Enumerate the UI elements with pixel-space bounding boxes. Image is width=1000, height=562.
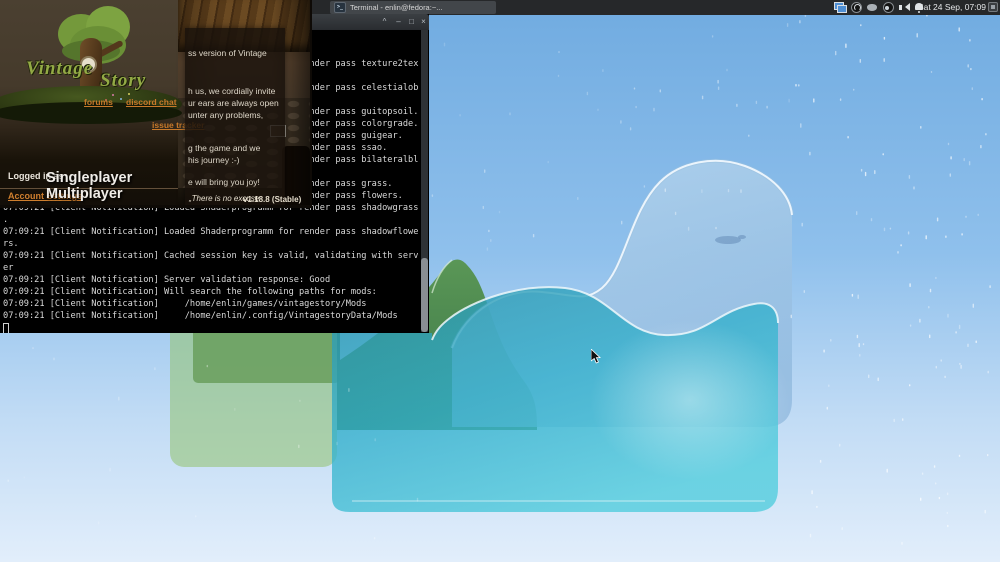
steam-icon[interactable] [882,1,895,14]
whale-tail [738,235,746,239]
panel-clock[interactable]: Sat 24 Sep, 07:09 [918,0,986,15]
close-button[interactable]: × [418,16,429,28]
news-line: g the game and we [188,143,260,153]
news-line: unter any problems, [188,110,263,120]
terminal-line: 07:09:21 [Client Notification] Will sear… [3,287,377,298]
multiplayer-button[interactable]: Multiplayer [46,186,123,202]
news-line: ss version of Vintage [188,48,267,58]
obs-icon[interactable] [850,1,863,14]
version-label: v1.18.8 (Stable) [243,195,301,204]
logo-word-vintage: Vintage [26,58,93,80]
whale-shape [715,236,741,244]
network-icon[interactable] [834,1,847,14]
singleplayer-button[interactable]: Singleplayer [46,170,132,186]
taskbar-window-button[interactable]: >_ Terminal - enlin@fedora:~... [330,1,496,14]
flower [128,93,130,95]
terminal-line: 07:09:21 [Client Notification] Loaded Sh… [3,227,418,238]
flower [112,94,114,96]
terminal-scrollbar-thumb[interactable] [421,258,428,332]
action-icon[interactable] [988,2,998,12]
terminal-line: . [3,215,8,226]
news-line: ur ears are always open [188,98,279,108]
news-line: e will bring you joy! [188,177,260,187]
minimize-button[interactable]: – [393,16,404,28]
discord-chat-link[interactable]: discord chat [126,97,177,107]
front-pane-cloud [590,320,790,480]
terminal-line: 07:09:21 [Client Notification] Server va… [3,275,330,286]
terminal-line: 07:09:21 [Client Notification] Cached se… [3,251,418,262]
flower [120,98,122,100]
terminal-app-icon: >_ [334,2,346,13]
desktop: >_ Terminal - enlin@fedora:~... Sat 24 S… [0,0,1000,562]
mouse-cursor [591,349,603,365]
taskbar-window-label: Terminal - enlin@fedora:~... [350,3,442,12]
forums-link[interactable]: forums [84,97,113,107]
news-line: h us, we cordially invite [188,86,275,96]
news-line: his journey :-) [188,155,240,165]
discord-icon[interactable] [866,1,879,14]
terminal-line: 07:09:21 [Client Notification] /home/enl… [3,299,367,310]
terminal-line: rs. [3,239,19,250]
maximize-button[interactable]: □ [406,16,417,28]
shade-button[interactable]: ^ [379,16,390,28]
volume-icon[interactable] [898,1,911,14]
terminal-line: er [3,263,13,274]
logo-word-story: Story [100,70,146,92]
terminal-line: 07:09:21 [Client Notification] /home/enl… [3,311,398,322]
vintage-story-window: Vintage Story forums discord chat issue … [0,0,312,208]
news-tooltip: ss version of Vintage h us, we cordially … [185,28,285,205]
terminal-cursor [3,323,9,333]
